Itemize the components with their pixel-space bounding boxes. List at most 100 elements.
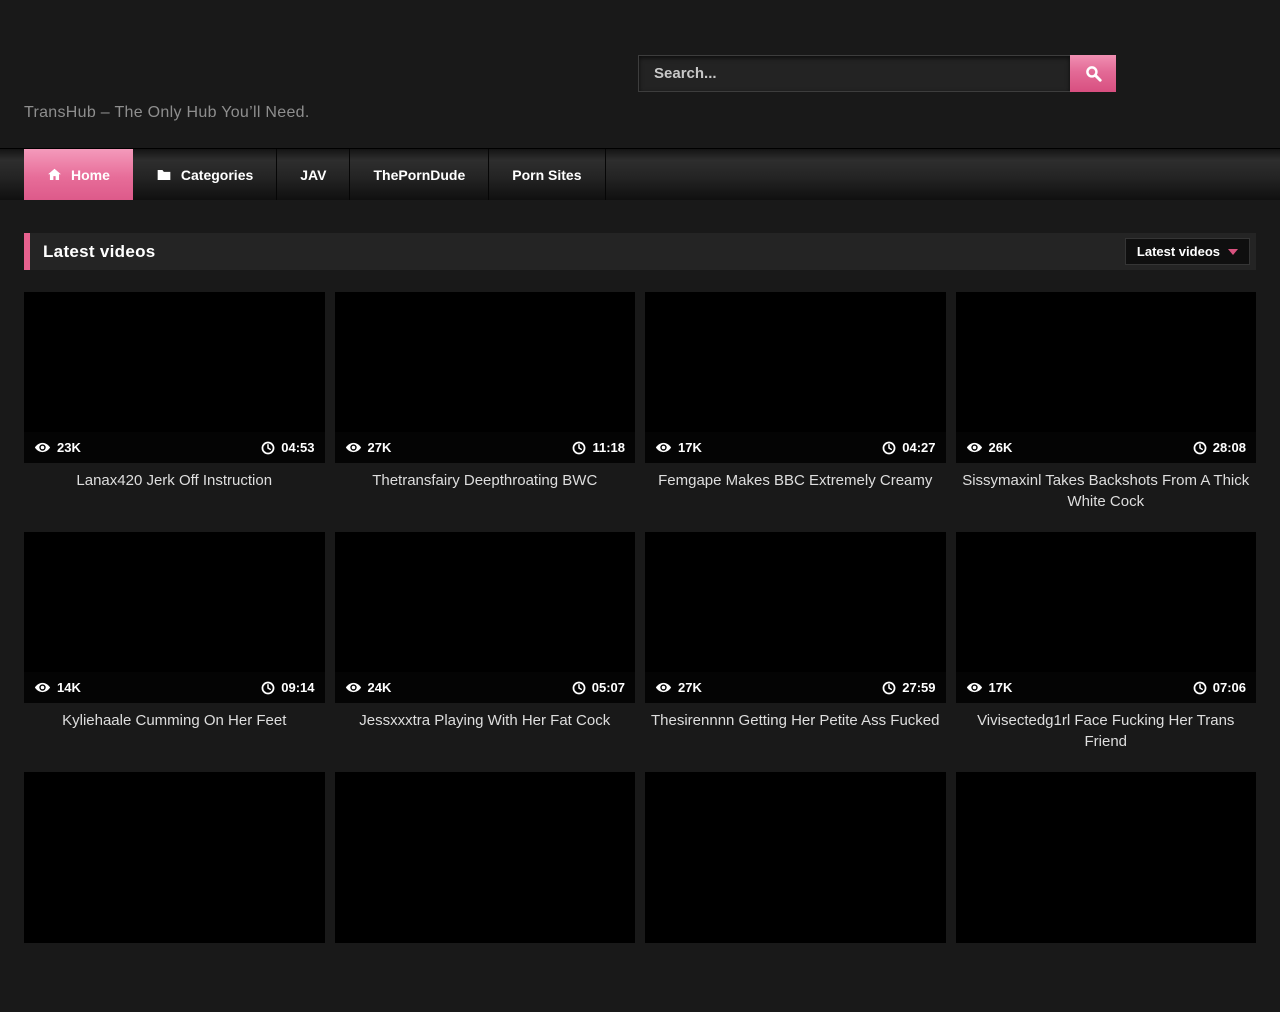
video-stats-bar: 17K 04:27 — [645, 432, 946, 463]
video-card[interactable] — [335, 772, 636, 1012]
video-card[interactable] — [24, 772, 325, 1012]
nav-tab-label: Porn Sites — [512, 167, 581, 183]
view-count: 14K — [57, 680, 81, 695]
nav-tab-label: JAV — [300, 167, 326, 183]
video-duration: 04:27 — [902, 440, 935, 455]
view-count-stat: 17K — [655, 439, 702, 456]
video-card[interactable]: 17K 04:27 Femgape Makes BBC Extremely Cr… — [645, 292, 946, 532]
eye-icon — [34, 439, 51, 456]
nav-tab-porn-sites[interactable]: Porn Sites — [489, 149, 605, 200]
video-thumbnail[interactable]: 17K 04:27 — [645, 292, 946, 463]
video-card[interactable]: 27K 11:18 Thetransfairy Deepthroating BW… — [335, 292, 636, 532]
nav-tab-theporndude[interactable]: ThePornDude — [350, 149, 489, 200]
video-thumbnail[interactable]: 27K 27:59 — [645, 532, 946, 703]
video-title[interactable]: Femgape Makes BBC Extremely Creamy — [649, 470, 942, 491]
video-thumbnail[interactable]: 26K 28:08 — [956, 292, 1257, 463]
video-stats-bar: 24K 05:07 — [335, 672, 636, 703]
video-card[interactable]: 26K 28:08 Sissymaxinl Takes Backshots Fr… — [956, 292, 1257, 532]
video-stats-bar: 27K 11:18 — [335, 432, 636, 463]
video-grid: 23K 04:53 Lanax420 Jerk Off Instruction — [24, 292, 1256, 1012]
duration-stat: 04:27 — [882, 440, 935, 455]
site-header: TransHub – The Only Hub You’ll Need. — [0, 0, 1280, 148]
video-duration: 07:06 — [1213, 680, 1246, 695]
video-duration: 27:59 — [902, 680, 935, 695]
video-card[interactable]: 17K 07:06 Vivisectedg1rl Face Fucking He… — [956, 532, 1257, 772]
sort-dropdown[interactable]: Latest videos — [1125, 238, 1250, 265]
video-card[interactable]: 23K 04:53 Lanax420 Jerk Off Instruction — [24, 292, 325, 532]
view-count: 24K — [368, 680, 392, 695]
nav-tab-home[interactable]: Home — [24, 149, 133, 200]
video-stats-bar: 17K 07:06 — [956, 672, 1257, 703]
video-card[interactable] — [956, 772, 1257, 1012]
view-count-stat: 26K — [966, 439, 1013, 456]
clock-icon — [882, 441, 896, 455]
video-card[interactable]: 24K 05:07 Jessxxxtra Playing With Her Fa… — [335, 532, 636, 772]
nav-tab-label: Categories — [181, 167, 253, 183]
video-duration: 09:14 — [281, 680, 314, 695]
search-form — [638, 55, 1116, 92]
video-title[interactable]: Vivisectedg1rl Face Fucking Her Trans Fr… — [960, 710, 1253, 752]
duration-stat: 11:18 — [572, 440, 625, 455]
video-thumbnail[interactable]: 17K 07:06 — [956, 532, 1257, 703]
video-stats-bar: 23K 04:53 — [24, 432, 325, 463]
clock-icon — [572, 681, 586, 695]
folder-icon — [156, 167, 172, 183]
chevron-down-icon — [1228, 249, 1238, 255]
search-icon — [1084, 64, 1103, 83]
view-count-stat: 23K — [34, 439, 81, 456]
clock-icon — [1193, 681, 1207, 695]
view-count: 26K — [989, 440, 1013, 455]
eye-icon — [966, 679, 983, 696]
duration-stat: 27:59 — [882, 680, 935, 695]
video-thumbnail[interactable] — [24, 772, 325, 943]
video-title[interactable]: Lanax420 Jerk Off Instruction — [28, 470, 321, 491]
view-count-stat: 27K — [655, 679, 702, 696]
main-nav: Home Categories JAV ThePornDude Porn Sites — [0, 148, 1280, 200]
eye-icon — [34, 679, 51, 696]
clock-icon — [1193, 441, 1207, 455]
video-card[interactable]: 27K 27:59 Thesirennnn Getting Her Petite… — [645, 532, 946, 772]
view-count: 27K — [368, 440, 392, 455]
video-title[interactable]: Sissymaxinl Takes Backshots From A Thick… — [960, 470, 1253, 512]
view-count: 23K — [57, 440, 81, 455]
sort-dropdown-label: Latest videos — [1137, 244, 1220, 259]
view-count: 27K — [678, 680, 702, 695]
nav-tab-label: Home — [71, 167, 110, 183]
video-thumbnail[interactable] — [645, 772, 946, 943]
nav-tab-jav[interactable]: JAV — [277, 149, 350, 200]
clock-icon — [882, 681, 896, 695]
view-count-stat: 17K — [966, 679, 1013, 696]
nav-tab-categories[interactable]: Categories — [133, 149, 277, 200]
video-card[interactable] — [645, 772, 946, 1012]
eye-icon — [655, 679, 672, 696]
clock-icon — [261, 681, 275, 695]
video-thumbnail[interactable]: 27K 11:18 — [335, 292, 636, 463]
video-thumbnail[interactable]: 14K 09:14 — [24, 532, 325, 703]
clock-icon — [572, 441, 586, 455]
nav-items: Home Categories JAV ThePornDude Porn Sites — [24, 149, 1280, 200]
video-thumbnail[interactable] — [956, 772, 1257, 943]
main-content: Latest videos Latest videos 23K — [0, 233, 1280, 1012]
video-thumbnail[interactable]: 23K 04:53 — [24, 292, 325, 463]
search-button[interactable] — [1070, 55, 1116, 92]
video-thumbnail[interactable] — [335, 772, 636, 943]
eye-icon — [345, 679, 362, 696]
eye-icon — [345, 439, 362, 456]
view-count-stat: 24K — [345, 679, 392, 696]
view-count: 17K — [989, 680, 1013, 695]
search-input[interactable] — [638, 55, 1070, 92]
view-count-stat: 14K — [34, 679, 81, 696]
video-title[interactable]: Thesirennnn Getting Her Petite Ass Fucke… — [649, 710, 942, 731]
view-count: 17K — [678, 440, 702, 455]
eye-icon — [655, 439, 672, 456]
video-duration: 11:18 — [592, 440, 625, 455]
video-title[interactable]: Kyliehaale Cumming On Her Feet — [28, 710, 321, 731]
section-header: Latest videos Latest videos — [24, 233, 1256, 270]
clock-icon — [261, 441, 275, 455]
video-duration: 05:07 — [592, 680, 625, 695]
video-thumbnail[interactable]: 24K 05:07 — [335, 532, 636, 703]
video-card[interactable]: 14K 09:14 Kyliehaale Cumming On Her Feet — [24, 532, 325, 772]
video-title[interactable]: Jessxxxtra Playing With Her Fat Cock — [339, 710, 632, 731]
duration-stat: 07:06 — [1193, 680, 1246, 695]
video-title[interactable]: Thetransfairy Deepthroating BWC — [339, 470, 632, 491]
